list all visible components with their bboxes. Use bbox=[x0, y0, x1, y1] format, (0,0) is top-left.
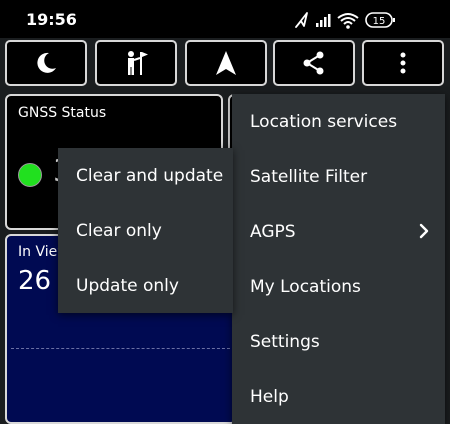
gnss-status-indicator bbox=[18, 163, 42, 187]
menu-item-label: Settings bbox=[250, 331, 320, 352]
overflow-menu: Location services Satellite Filter AGPS … bbox=[232, 94, 445, 424]
hiker-flag-button[interactable] bbox=[95, 40, 177, 86]
menu-item-settings[interactable]: Settings bbox=[232, 314, 445, 369]
in-view-count: 26 bbox=[18, 266, 52, 296]
menu-item-label: My Locations bbox=[250, 276, 361, 297]
menu-item-label: AGPS bbox=[250, 221, 296, 242]
status-icons: 15 bbox=[292, 10, 422, 30]
menu-item-agps[interactable]: AGPS bbox=[232, 204, 445, 259]
submenu-item-label: Clear only bbox=[76, 220, 162, 241]
gnss-status-title: GNSS Status bbox=[18, 105, 107, 121]
hiker-flag-icon bbox=[128, 51, 148, 75]
menu-item-satellite-filter[interactable]: Satellite Filter bbox=[232, 149, 445, 204]
wifi-icon bbox=[337, 13, 359, 29]
chart-gridline bbox=[11, 348, 235, 349]
share-icon bbox=[303, 51, 324, 75]
submenu-item-clear-and-update[interactable]: Clear and update bbox=[58, 148, 233, 203]
battery-level: 15 bbox=[373, 16, 386, 27]
share-button[interactable] bbox=[273, 40, 355, 86]
menu-item-label: Help bbox=[250, 386, 289, 407]
night-mode-button[interactable] bbox=[5, 40, 87, 86]
submenu-item-update-only[interactable]: Update only bbox=[58, 258, 233, 313]
menu-item-location-services[interactable]: Location services bbox=[232, 94, 445, 149]
chevron-right-icon bbox=[419, 223, 429, 239]
location-arrow-icon bbox=[295, 12, 308, 28]
navigate-button[interactable] bbox=[185, 40, 267, 86]
menu-item-label: Location services bbox=[250, 111, 398, 132]
more-vertical-icon bbox=[400, 52, 406, 74]
menu-item-label: Satellite Filter bbox=[250, 166, 368, 187]
battery-icon: 15 bbox=[365, 12, 395, 28]
more-options-button[interactable] bbox=[362, 40, 444, 86]
status-bar: 19:56 15 bbox=[0, 0, 450, 38]
submenu-item-label: Update only bbox=[76, 275, 179, 296]
menu-item-help[interactable]: Help bbox=[232, 369, 445, 424]
status-time: 19:56 bbox=[26, 10, 77, 29]
submenu-item-clear-only[interactable]: Clear only bbox=[58, 203, 233, 258]
agps-submenu: Clear and update Clear only Update only bbox=[58, 148, 233, 313]
moon-icon bbox=[37, 52, 56, 73]
menu-item-my-locations[interactable]: My Locations bbox=[232, 259, 445, 314]
submenu-item-label: Clear and update bbox=[76, 165, 224, 186]
signal-icon bbox=[316, 14, 331, 27]
navigation-arrow-icon bbox=[216, 51, 236, 75]
